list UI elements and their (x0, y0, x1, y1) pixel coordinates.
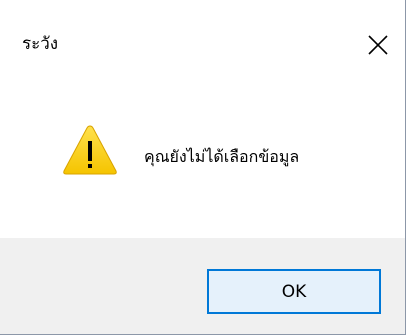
close-icon (368, 35, 388, 55)
warning-icon (63, 125, 117, 175)
dialog-message: คุณยังไม่ได้เลือกข้อมูล (144, 147, 300, 166)
dialog-titlebar[interactable]: ระวัง (0, 0, 405, 62)
dialog-title: ระวัง (22, 34, 59, 54)
dialog-content: คุณยังไม่ได้เลือกข้อมูล (0, 62, 405, 238)
close-button[interactable] (356, 24, 400, 64)
ok-button[interactable]: OK (207, 269, 381, 314)
warning-dialog: ระวัง คุณยังไม่ได้เลือกข้อมูล OK (0, 0, 406, 335)
